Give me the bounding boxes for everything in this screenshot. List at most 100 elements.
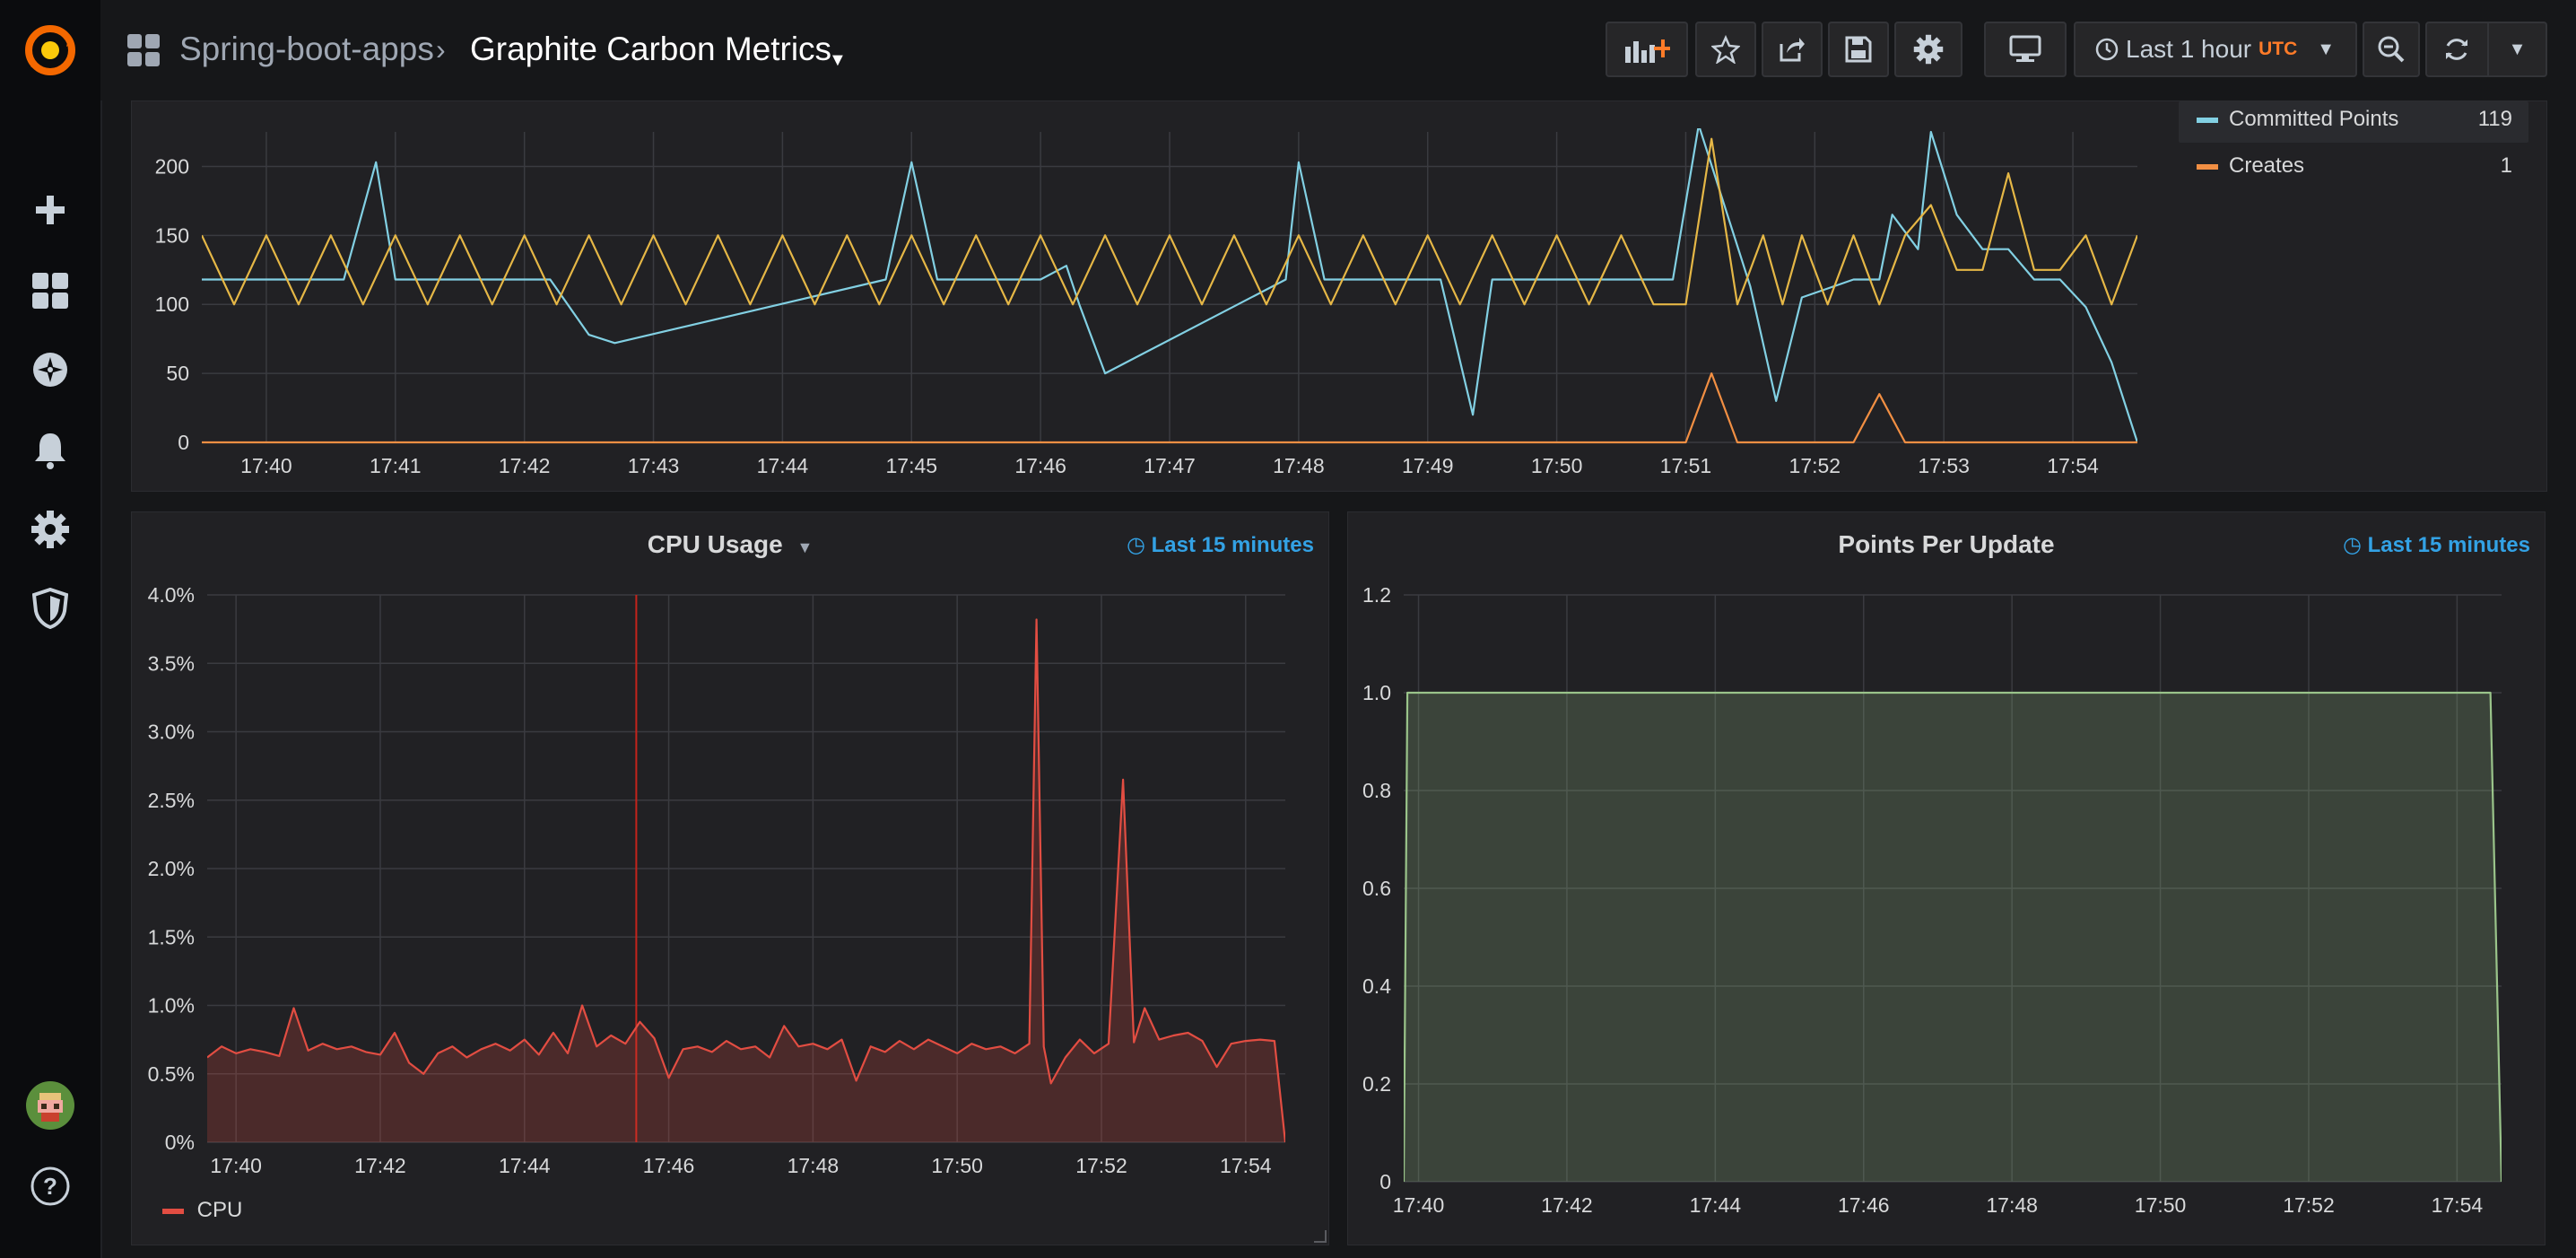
legend-swatch [162,1208,184,1214]
x-tick-label: 17:46 [1014,454,1066,477]
y-tick-label: 0.4 [1362,974,1391,998]
x-tick-label: 17:49 [1402,454,1454,477]
x-tick-label: 17:40 [240,454,292,477]
breadcrumb-separator-icon: › [436,33,446,66]
y-tick-label: 0 [178,431,189,454]
star-dashboard-button[interactable] [1695,22,1756,77]
x-tick-label: 17:51 [1660,454,1712,477]
dashboard-settings-button[interactable] [1894,22,1962,77]
sidebar: ? [0,0,102,1258]
y-tick-label: 150 [155,223,189,247]
x-tick-label: 17:54 [1220,1154,1272,1177]
x-tick-label: 17:42 [1541,1193,1593,1217]
legend-swatch [2197,164,2218,170]
x-tick-label: 17:54 [2432,1193,2484,1217]
grafana-logo-icon[interactable] [18,18,83,83]
y-tick-label: 0.8 [1362,779,1391,802]
x-tick-label: 17:48 [788,1154,840,1177]
zoom-out-button[interactable] [2363,22,2420,77]
user-avatar[interactable] [18,1073,83,1138]
svg-text:?: ? [43,1173,57,1200]
legend-value: 1 [2500,153,2512,178]
alerting-bell-icon[interactable] [18,418,83,483]
configuration-gear-icon[interactable] [18,497,83,562]
y-tick-label: 0.2 [1362,1072,1391,1096]
x-tick-label: 17:52 [1075,1154,1127,1177]
x-tick-label: 17:42 [499,454,551,477]
monitor-icon [2009,35,2041,62]
x-tick-label: 17:45 [885,454,937,477]
dashboard-navbar: Spring-boot-apps › Graphite Carbon Metri… [100,0,2576,100]
create-icon[interactable] [18,178,83,242]
dashboard-grid-icon [127,34,160,71]
add-panel-icon [1625,39,1670,63]
legend-item-cpu[interactable]: CPU [162,1198,242,1223]
y-tick-label: 0.6 [1362,877,1391,900]
cpu-usage-panel: CPU Usage ▼ ◷ Last 15 minutes 0% 0.5% 1.0%… [131,511,1329,1245]
series-cpu-area [207,619,1285,1142]
legend-value: 119 [2477,107,2512,131]
x-tick-label: 17:43 [628,454,680,477]
x-tick-label: 17:54 [2047,454,2099,477]
add-panel-button[interactable] [1606,22,1688,77]
view-mode-button[interactable] [1984,22,2067,77]
refresh-icon [2446,39,2468,60]
star-icon [1711,35,1740,64]
save-icon [1845,36,1872,63]
legend-label: CPU [196,1198,243,1222]
explore-icon[interactable] [18,337,83,402]
cpu-usage-chart[interactable]: 0% 0.5% 1.0% 1.5% 2.0% 2.5% 3.0% 3.5% 4.0% 17:40 1… [132,512,1330,1246]
settings-gear-icon [1913,34,1944,65]
clock-icon [2095,38,2119,61]
help-icon[interactable]: ? [18,1154,83,1219]
refresh-button[interactable] [2427,35,2487,64]
x-tick-label: 17:50 [931,1154,983,1177]
x-tick-label: 17:41 [370,454,422,477]
time-range-caret-icon: ▼ [2317,39,2336,59]
x-tick-label: 17:50 [2135,1193,2187,1217]
x-tick-label: 17:47 [1144,454,1196,477]
x-tick-label: 17:44 [499,1154,551,1177]
save-dashboard-button[interactable] [1828,22,1889,77]
panel-resize-handle[interactable] [1314,1230,1327,1243]
server-admin-shield-icon[interactable] [18,576,83,641]
x-tick-label: 17:48 [1273,454,1325,477]
legend-item-creates[interactable]: Creates 1 [2179,146,2528,188]
share-dashboard-button[interactable] [1762,22,1823,77]
timezone-label: UTC [2258,39,2298,59]
y-tick-label: 1.0 [1362,681,1391,704]
x-tick-label: 17:40 [210,1154,262,1177]
legend-label: Creates [2229,153,2305,178]
x-tick-label: 17:53 [1918,454,1970,477]
time-range-label: Last 1 hour [2126,35,2252,63]
y-tick-label: 0.5% [148,1062,195,1086]
x-tick-label: 17:46 [643,1154,695,1177]
y-tick-label: 100 [155,293,189,316]
x-tick-label: 17:44 [757,454,809,477]
y-tick-label: 3.0% [148,721,195,744]
y-tick-label: 1.2 [1362,583,1391,607]
legend-item-committed-points[interactable]: Committed Points 119 [2179,101,2528,143]
dashboards-icon[interactable] [18,258,83,323]
y-tick-label: 4.0% [148,583,195,607]
share-icon [1780,38,1805,62]
x-tick-label: 17:50 [1531,454,1583,477]
breadcrumb-folder[interactable]: Spring-boot-apps [179,29,434,70]
dashboard-title-dropdown-icon[interactable]: ▼ [829,39,847,81]
y-tick-label: 50 [166,362,189,385]
dashboard-title[interactable]: Graphite Carbon Metrics [470,29,831,70]
refresh-interval-caret-icon[interactable]: ▼ [2489,39,2546,60]
y-tick-label: 2.5% [148,789,195,812]
y-tick-label: 200 [155,154,189,178]
series-unnamed-0-area [1404,693,2502,1182]
refresh-button-group[interactable]: ▼ [2425,22,2547,77]
x-tick-label: 17:52 [1789,454,1841,477]
points-per-update-chart[interactable]: 0 0.2 0.4 0.6 0.8 1.0 1.2 17:40 17:42 17:44 17:46 1… [1348,512,2546,1246]
y-tick-label: 2.0% [148,857,195,880]
legend-label: Committed Points [2229,107,2399,131]
y-tick-label: 1.0% [148,994,195,1018]
time-range-picker[interactable]: Last 1 hour UTC ▼ [2074,22,2357,77]
x-tick-label: 17:48 [1986,1193,2038,1217]
legend-swatch [2197,118,2218,123]
x-tick-label: 17:42 [354,1154,406,1177]
